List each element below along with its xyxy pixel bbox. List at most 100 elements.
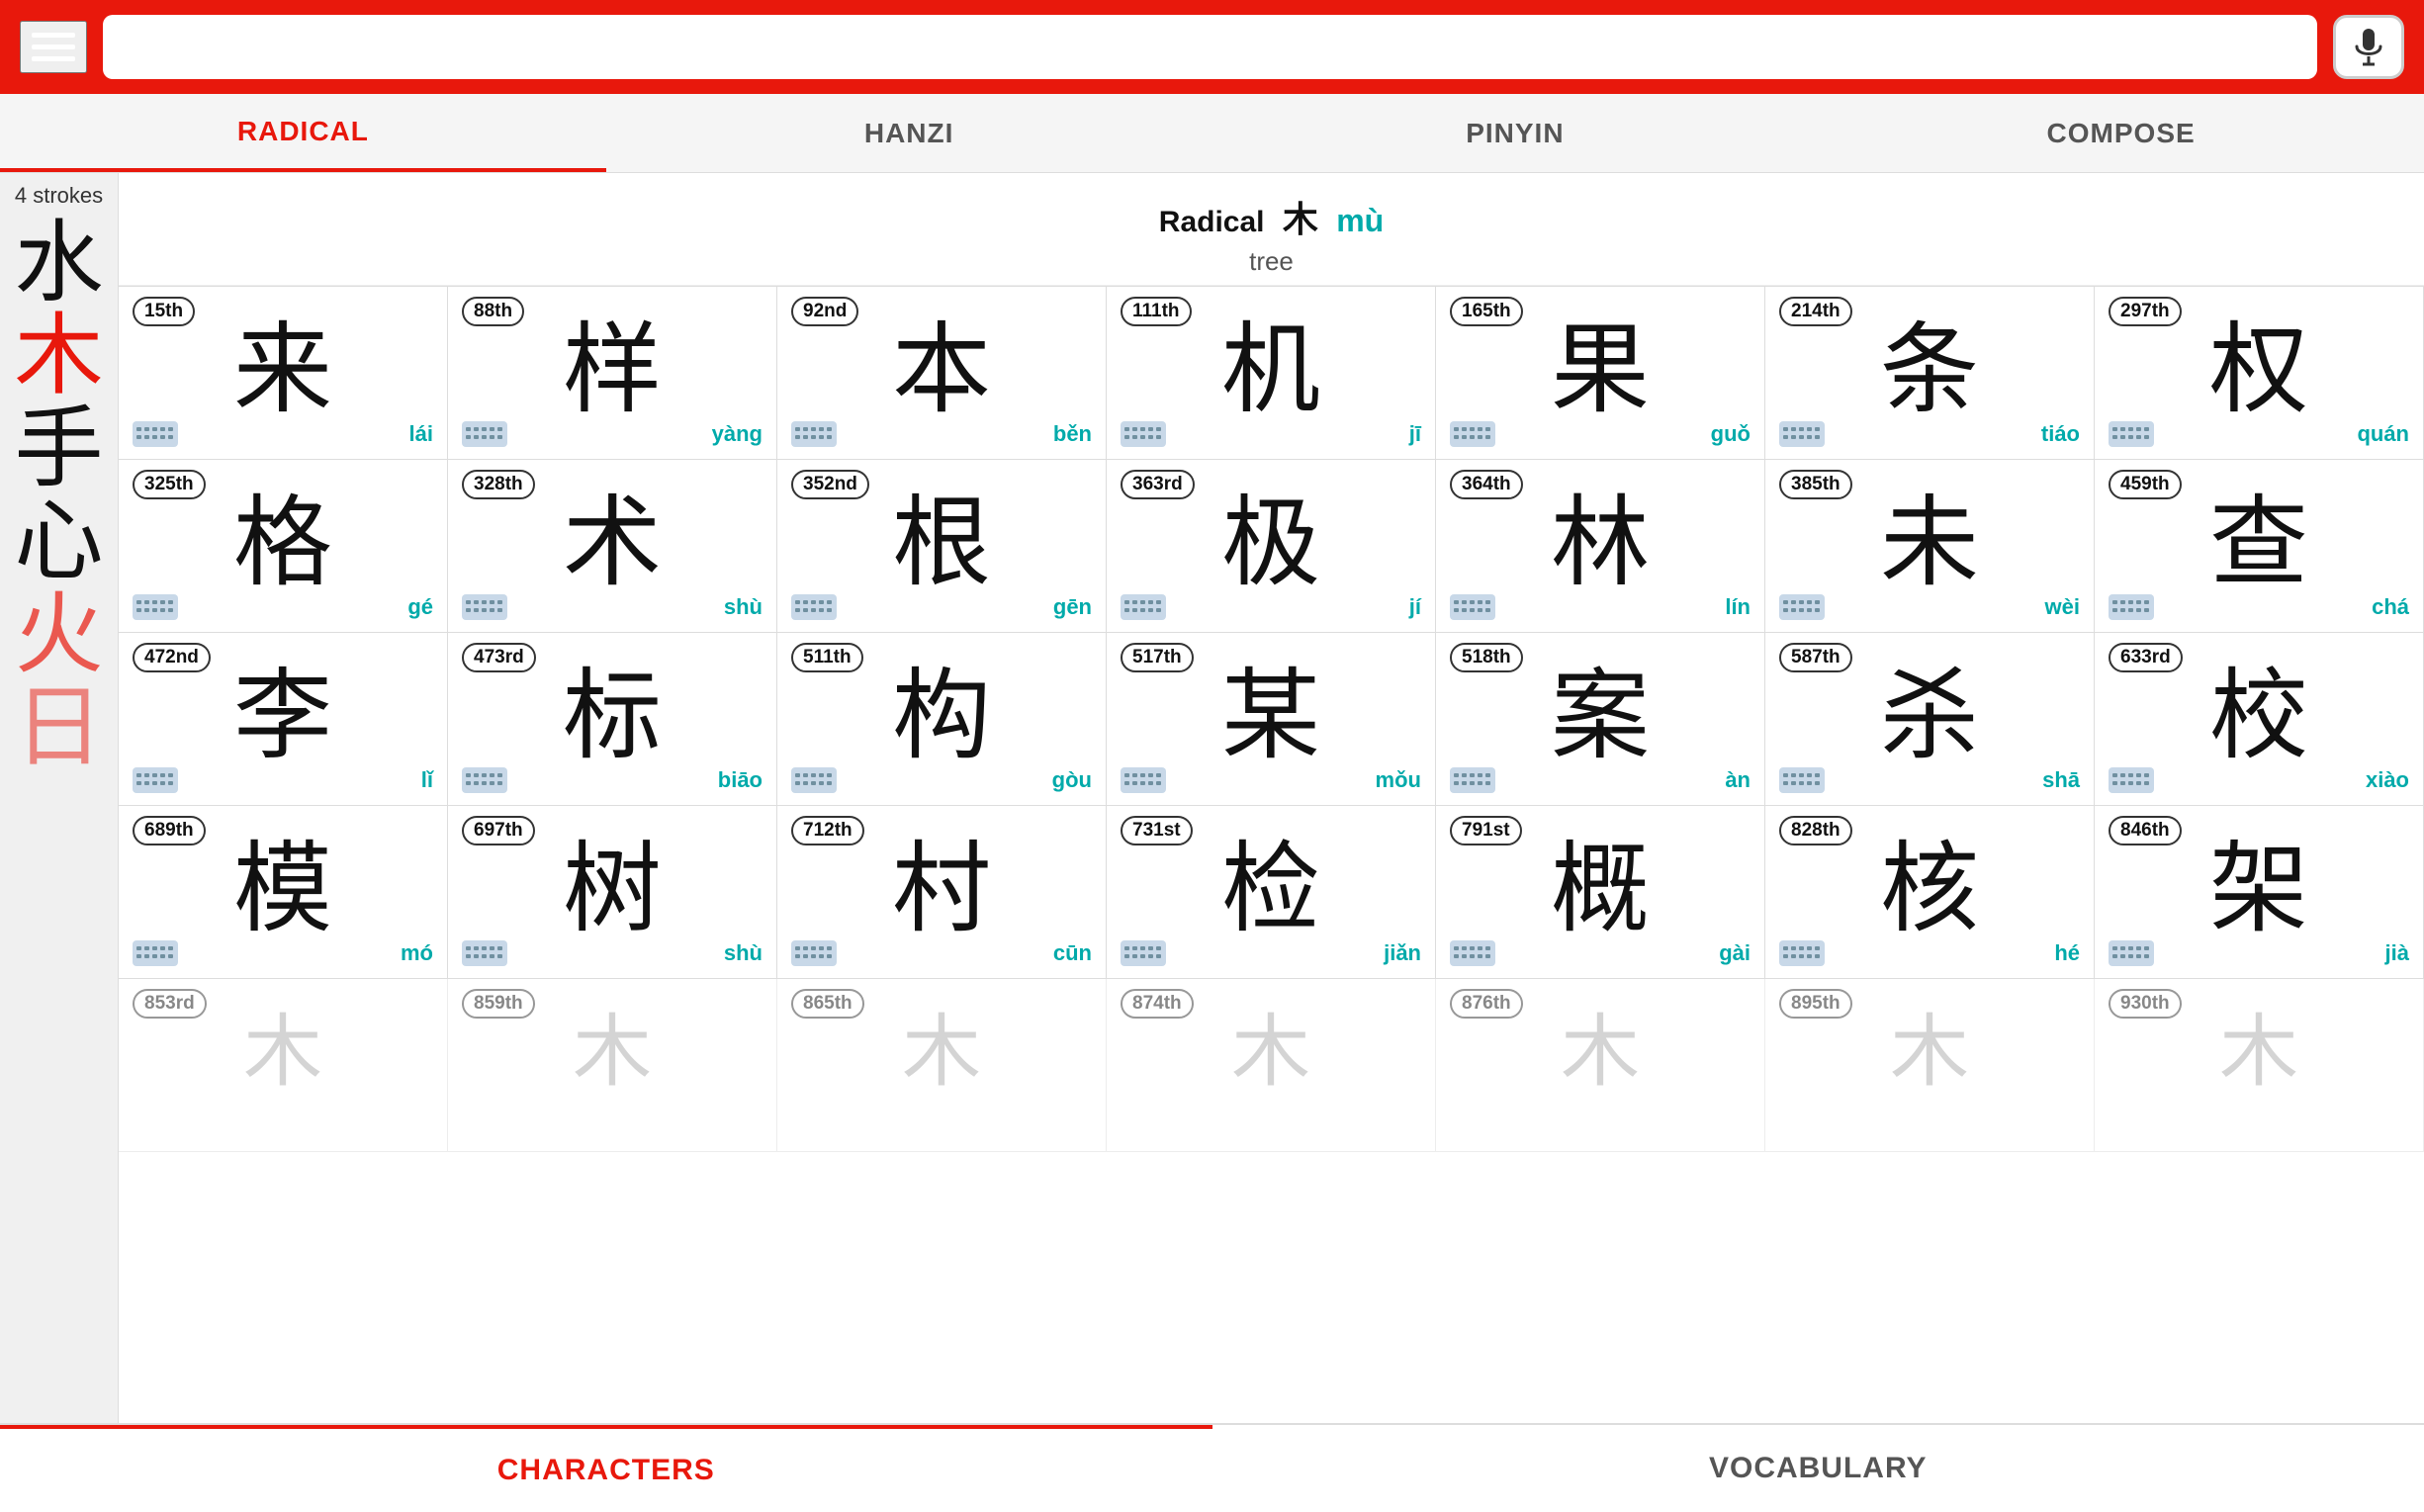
keyboard-icon[interactable] <box>1779 940 1825 966</box>
char-pinyin: shù <box>513 594 763 620</box>
keyboard-icon[interactable] <box>2109 767 2154 793</box>
keyboard-icon[interactable] <box>133 940 178 966</box>
char-cell[interactable]: 865th 木 <box>777 979 1107 1152</box>
keyboard-icon[interactable] <box>1121 421 1166 447</box>
char-cell[interactable]: 364th 林 lín <box>1436 460 1765 633</box>
sidebar-radical-shou[interactable]: 手 <box>15 402 104 495</box>
sidebar-radical-mu[interactable]: 木 <box>15 310 104 402</box>
keyboard-icon[interactable] <box>2109 421 2154 447</box>
char-cell[interactable]: 853rd 木 <box>119 979 448 1152</box>
char-cell[interactable]: 385th 未 wèi <box>1765 460 2095 633</box>
rank-badge: 876th <box>1450 989 1523 1019</box>
keyboard-icon[interactable] <box>462 767 507 793</box>
char-cell[interactable]: 88th 样 yàng <box>448 287 777 460</box>
tab-pinyin[interactable]: PINYIN <box>1212 94 1819 172</box>
keyboard-icon[interactable] <box>1779 421 1825 447</box>
char-cell[interactable]: 828th 核 hé <box>1765 806 2095 979</box>
char-cell[interactable]: 363rd 极 jí <box>1107 460 1436 633</box>
char-cell[interactable]: 874th 木 <box>1107 979 1436 1152</box>
character: 核 <box>1779 838 2080 941</box>
keyboard-icon[interactable] <box>2109 594 2154 620</box>
char-cell[interactable]: 517th 某 mǒu <box>1107 633 1436 806</box>
rank-badge: 828th <box>1779 816 1852 845</box>
char-cell[interactable]: 697th 树 shù <box>448 806 777 979</box>
char-pinyin: jí <box>1172 594 1421 620</box>
char-cell[interactable]: 511th 构 gòu <box>777 633 1107 806</box>
character: 模 <box>133 838 433 941</box>
keyboard-icon[interactable] <box>791 594 837 620</box>
char-pinyin: gòu <box>843 767 1092 793</box>
keyboard-icon[interactable] <box>133 421 178 447</box>
char-cell[interactable]: 731st 检 jiǎn <box>1107 806 1436 979</box>
char-cell[interactable]: 325th 格 gé <box>119 460 448 633</box>
char-footer: wèi <box>1779 594 2080 620</box>
bottom-tab-characters[interactable]: CHARACTERS <box>0 1425 1212 1512</box>
sidebar-radical-xin[interactable]: 心 <box>15 495 104 588</box>
char-cell[interactable]: 930th 木 <box>2095 979 2424 1152</box>
sidebar-radical-huo[interactable]: 火 <box>15 588 104 681</box>
tab-compose[interactable]: COMPOSE <box>1818 94 2424 172</box>
keyboard-icon[interactable] <box>1779 594 1825 620</box>
keyboard-icon[interactable] <box>1450 421 1495 447</box>
keyboard-dots <box>1454 427 1491 441</box>
char-cell[interactable]: 472nd 李 lǐ <box>119 633 448 806</box>
keyboard-icon[interactable] <box>791 421 837 447</box>
keyboard-icon[interactable] <box>1121 594 1166 620</box>
char-cell[interactable]: 15th 来 lái <box>119 287 448 460</box>
tab-radical[interactable]: RADICAL <box>0 94 606 172</box>
char-cell[interactable]: 689th 模 mó <box>119 806 448 979</box>
character: 案 <box>1450 665 1751 768</box>
char-cell[interactable]: 459th 查 chá <box>2095 460 2424 633</box>
char-cell[interactable]: 111th 机 jī <box>1107 287 1436 460</box>
char-cell[interactable]: 876th 木 <box>1436 979 1765 1152</box>
keyboard-icon[interactable] <box>791 940 837 966</box>
char-cell[interactable]: 518th 案 àn <box>1436 633 1765 806</box>
sidebar-radical-ri[interactable]: 日 <box>15 681 104 774</box>
char-pinyin: biāo <box>513 767 763 793</box>
char-cell[interactable]: 633rd 校 xiào <box>2095 633 2424 806</box>
keyboard-icon[interactable] <box>462 940 507 966</box>
char-cell[interactable]: 214th 条 tiáo <box>1765 287 2095 460</box>
keyboard-icon[interactable] <box>2109 940 2154 966</box>
keyboard-icon[interactable] <box>462 594 507 620</box>
char-cell[interactable]: 297th 权 quán <box>2095 287 2424 460</box>
keyboard-icon[interactable] <box>462 421 507 447</box>
keyboard-icon[interactable] <box>1121 767 1166 793</box>
character: 李 <box>133 665 433 768</box>
keyboard-icon[interactable] <box>1450 767 1495 793</box>
keyboard-icon[interactable] <box>1779 767 1825 793</box>
char-cell[interactable]: 328th 术 shù <box>448 460 777 633</box>
bottom-tab-vocabulary[interactable]: VOCABULARY <box>1212 1425 2424 1512</box>
char-footer: àn <box>1450 767 1751 793</box>
character: 概 <box>1450 838 1751 941</box>
char-cell[interactable]: 859th 木 <box>448 979 777 1152</box>
character: 木 <box>1450 1011 1751 1094</box>
char-cell[interactable]: 846th 架 jià <box>2095 806 2424 979</box>
search-input[interactable] <box>103 15 2317 79</box>
tab-hanzi[interactable]: HANZI <box>606 94 1212 172</box>
hamburger-line <box>32 33 75 38</box>
menu-button[interactable] <box>20 21 87 73</box>
keyboard-icon[interactable] <box>1450 594 1495 620</box>
char-cell[interactable]: 473rd 标 biāo <box>448 633 777 806</box>
keyboard-icon[interactable] <box>791 767 837 793</box>
mic-button[interactable] <box>2333 15 2404 79</box>
rank-badge: 587th <box>1779 643 1852 672</box>
rank-badge: 874th <box>1121 989 1194 1019</box>
sidebar-radical-shui[interactable]: 水 <box>15 217 104 310</box>
char-cell[interactable]: 712th 村 cūn <box>777 806 1107 979</box>
char-cell[interactable]: 895th 木 <box>1765 979 2095 1152</box>
char-cell[interactable]: 92nd 本 běn <box>777 287 1107 460</box>
keyboard-icon[interactable] <box>133 767 178 793</box>
char-cell[interactable]: 587th 杀 shā <box>1765 633 2095 806</box>
rank-badge: 459th <box>2109 470 2182 499</box>
keyboard-dots <box>1783 427 1821 441</box>
keyboard-icon[interactable] <box>1121 940 1166 966</box>
keyboard-icon[interactable] <box>133 594 178 620</box>
radical-label: Radical <box>1159 206 1265 238</box>
keyboard-icon[interactable] <box>1450 940 1495 966</box>
char-cell[interactable]: 352nd 根 gēn <box>777 460 1107 633</box>
char-cell[interactable]: 165th 果 guǒ <box>1436 287 1765 460</box>
char-cell[interactable]: 791st 概 gài <box>1436 806 1765 979</box>
char-pinyin: tiáo <box>1831 421 2080 447</box>
